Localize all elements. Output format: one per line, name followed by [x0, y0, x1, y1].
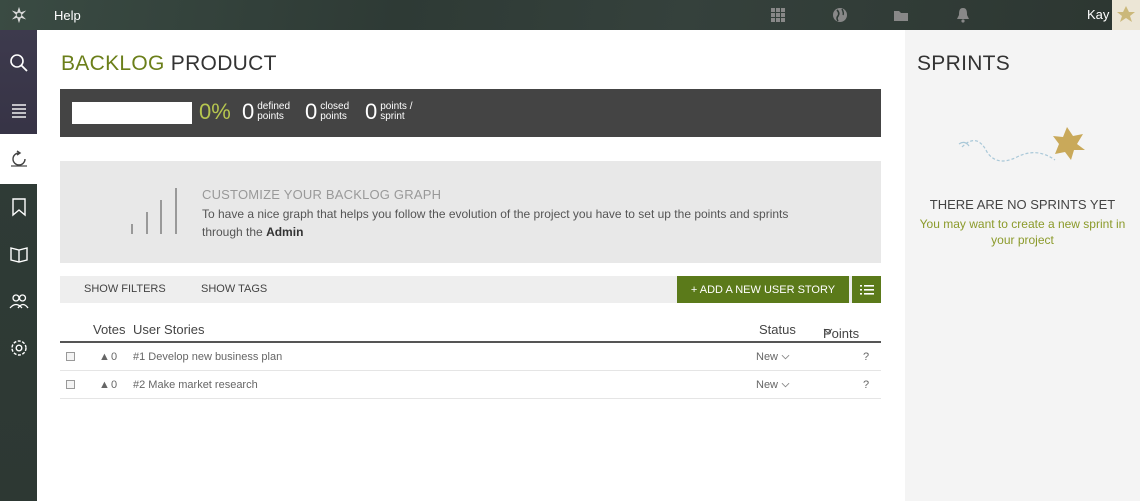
backlog-graph-placeholder: CUSTOMIZE YOUR BACKLOG GRAPH To have a n… — [60, 161, 881, 263]
story-points[interactable]: ? — [863, 379, 869, 391]
defined-points-label: defined points — [257, 101, 291, 122]
globe-icon[interactable] — [832, 7, 848, 23]
sidebar-item-bookmark[interactable] — [0, 182, 37, 232]
progress-bar — [72, 102, 192, 124]
settings-gear-icon — [10, 340, 27, 356]
closed-points-label: closed points — [320, 101, 350, 122]
add-user-story-button[interactable]: + ADD A NEW USER STORY — [677, 276, 849, 303]
votes-header: Votes — [93, 322, 126, 337]
closed-points-value: 0 — [305, 99, 318, 124]
bell-icon[interactable] — [955, 7, 971, 23]
table-header: Votes User Stories Status Points — [60, 318, 881, 343]
sprints-panel: SPRINTS THERE ARE NO SPRINTS YET You may… — [905, 30, 1140, 501]
sidebar-item-settings[interactable] — [0, 323, 37, 373]
status-value: New — [756, 379, 779, 391]
chevron-down-icon — [781, 354, 790, 360]
create-sprint-hint[interactable]: You may want to create a new sprint in y… — [915, 216, 1130, 248]
status-header[interactable]: Status — [759, 322, 796, 337]
status-dropdown[interactable]: New — [756, 351, 790, 363]
sidebar-item-menu[interactable] — [0, 86, 37, 136]
points-sprint-stat: 0 points / sprint — [365, 99, 420, 125]
page-title-rest: PRODUCT — [170, 52, 277, 75]
search-icon — [9, 54, 28, 72]
bulk-add-button[interactable] — [852, 276, 881, 303]
user-name[interactable]: Kay — [1087, 7, 1109, 22]
stories-header: User Stories — [133, 322, 205, 337]
points-sprint-value: 0 — [365, 99, 378, 124]
taiga-logo-icon[interactable] — [0, 0, 37, 30]
filter-bar: SHOW FILTERS SHOW TAGS + ADD A NEW USER … — [60, 276, 881, 303]
closed-points-stat: 0 closed points — [305, 99, 360, 125]
sidebar — [0, 30, 37, 501]
page-title: BACKLOG PRODUCT — [61, 52, 277, 76]
main-content: BACKLOG PRODUCT 0% 0 defined points 0 cl… — [37, 30, 905, 501]
wiki-book-icon — [9, 247, 28, 263]
sidebar-item-team[interactable] — [0, 276, 37, 326]
sidebar-item-wiki[interactable] — [0, 229, 37, 279]
points-header[interactable]: Points — [823, 322, 859, 341]
table-row[interactable]: ▲ 0 #1 Develop new business plan New ? — [60, 343, 881, 371]
menu-icon — [11, 104, 26, 118]
top-bar: Help Kay — [0, 0, 1140, 30]
graph-description: To have a nice graph that helps you foll… — [202, 205, 822, 241]
bookmark-icon — [11, 198, 26, 217]
no-sprints-title: THERE ARE NO SPRINTS YET — [929, 197, 1116, 212]
vote-count: 0 — [111, 379, 118, 391]
user-stories-table: Votes User Stories Status Points ▲ 0 #1 … — [60, 318, 881, 399]
backlog-icon — [10, 150, 27, 167]
table-row[interactable]: ▲ 0 #2 Make market research New ? — [60, 371, 881, 399]
show-filters-button[interactable]: SHOW FILTERS — [84, 283, 166, 295]
team-icon — [9, 294, 29, 309]
admin-link[interactable]: Admin — [266, 225, 303, 239]
progress-percent: 0% — [199, 99, 231, 124]
vote-up-icon[interactable]: ▲ — [99, 351, 110, 363]
vote-up-icon[interactable]: ▲ — [99, 379, 110, 391]
status-dropdown[interactable]: New — [756, 379, 790, 391]
sidebar-item-backlog[interactable] — [0, 134, 37, 184]
user-avatar[interactable] — [1112, 0, 1140, 30]
vote-count: 0 — [111, 351, 118, 363]
sprints-title: SPRINTS — [917, 52, 1011, 75]
page-title-accent: BACKLOG — [61, 52, 165, 75]
defined-points-value: 0 — [242, 99, 255, 124]
row-checkbox[interactable] — [66, 352, 75, 361]
status-value: New — [756, 351, 779, 363]
defined-points-stat: 0 defined points — [242, 99, 297, 125]
show-tags-button[interactable]: SHOW TAGS — [201, 283, 267, 295]
graph-title: CUSTOMIZE YOUR BACKLOG GRAPH — [202, 187, 442, 202]
list-icon — [859, 284, 874, 295]
story-points[interactable]: ? — [863, 351, 869, 363]
backlog-summary: 0% 0 defined points 0 closed points 0 po… — [60, 89, 881, 137]
points-sprint-label: points / sprint — [380, 101, 413, 122]
points-header-label: Points — [823, 326, 860, 341]
graph-bars-icon — [131, 188, 177, 234]
folder-icon[interactable] — [893, 7, 909, 23]
story-title[interactable]: #2 Make market research — [133, 379, 258, 391]
story-title[interactable]: #1 Develop new business plan — [133, 351, 282, 363]
row-checkbox[interactable] — [66, 380, 75, 389]
help-link[interactable]: Help — [54, 8, 81, 23]
empty-sprints-illustration — [958, 127, 1085, 162]
chevron-down-icon — [781, 382, 790, 388]
grid-icon[interactable] — [770, 7, 786, 23]
sidebar-item-search[interactable] — [0, 38, 37, 88]
